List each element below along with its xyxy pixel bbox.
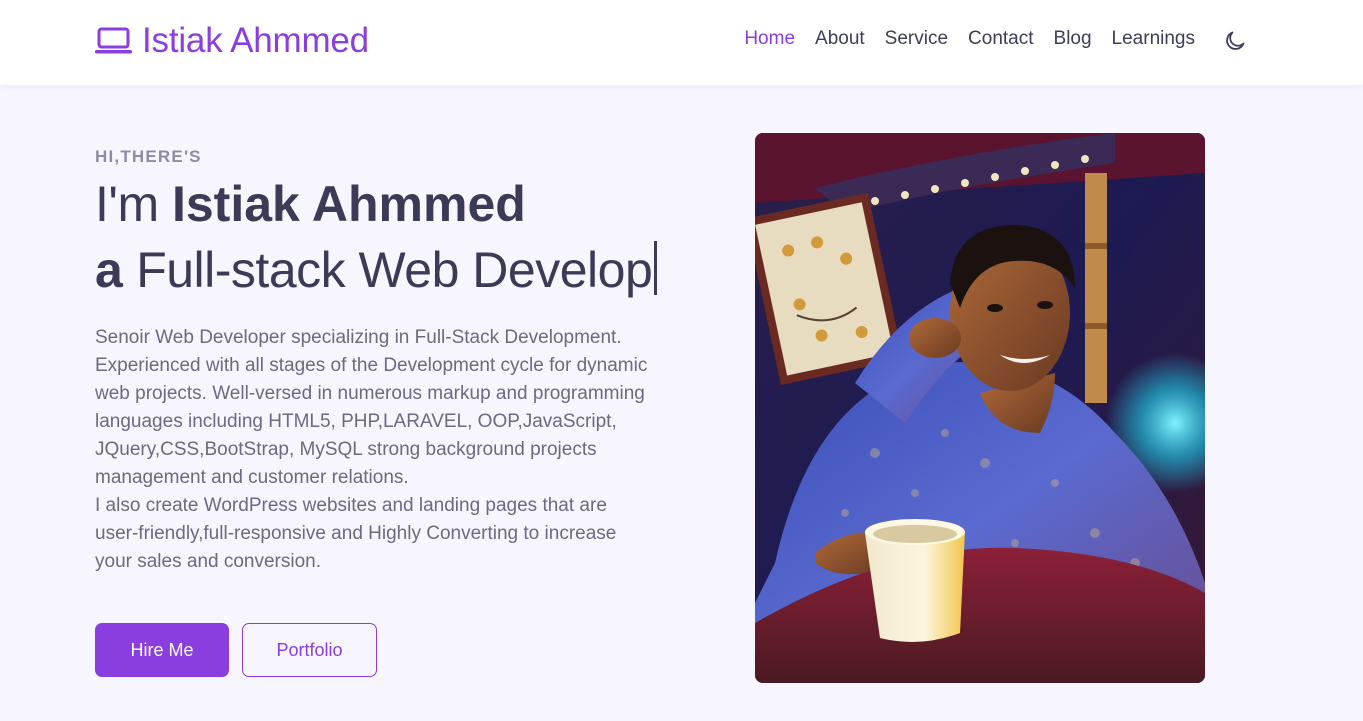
moon-icon[interactable] [1223, 29, 1247, 53]
bio-paragraph: I also create WordPress websites and lan… [95, 495, 617, 572]
nav-item-about[interactable]: About [815, 28, 865, 50]
profile-photo [755, 133, 1205, 683]
nav-item-service[interactable]: Service [885, 28, 948, 50]
laptop-icon [95, 27, 132, 55]
hero-heading-line1: I'm Istiak Ahmmed [95, 174, 526, 234]
brand-name: Istiak Ahmmed [142, 21, 369, 60]
profile-photo-illustration [755, 133, 1205, 683]
nav-item-contact[interactable]: Contact [968, 28, 1033, 50]
hero-bio: Senoir Web Developer specializing in Ful… [95, 324, 655, 576]
hero-typed-role: Full-stack Web Develop [122, 242, 653, 298]
main-nav: Home About Service Contact Blog Learning… [724, 28, 1195, 50]
portfolio-button[interactable]: Portfolio [242, 623, 377, 677]
hero-eyebrow: HI,THERE'S [95, 147, 202, 166]
bio-paragraph: Senoir Web Developer specializing in Ful… [95, 327, 648, 488]
hire-me-button[interactable]: Hire Me [95, 623, 229, 677]
hero-article: a [95, 242, 123, 298]
nav-item-home[interactable]: Home [744, 28, 795, 50]
typing-caret [654, 241, 658, 295]
site-header: Istiak Ahmmed Home About Service Contact… [0, 0, 1363, 85]
hero-name: Istiak Ahmmed [171, 176, 526, 232]
brand-logo-link[interactable]: Istiak Ahmmed [95, 20, 369, 62]
hero-greeting: I'm [95, 176, 172, 232]
hero-heading-line2: a Full-stack Web Develop [95, 240, 658, 300]
nav-item-blog[interactable]: Blog [1054, 28, 1092, 50]
nav-item-learnings[interactable]: Learnings [1112, 28, 1195, 50]
